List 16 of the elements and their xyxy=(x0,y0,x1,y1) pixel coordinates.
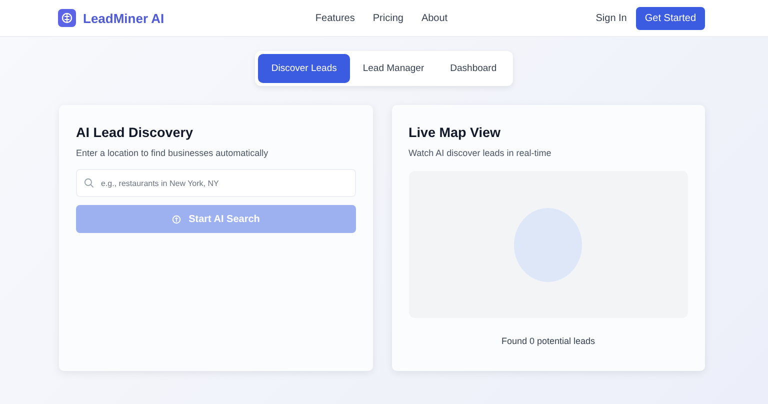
leads-count: Found 0 potential leads xyxy=(500,336,596,346)
brand-name: LeadMiner AI xyxy=(83,10,164,26)
card-subtitle: Enter a location to find businesses automatically xyxy=(76,148,270,158)
card-title: AI Lead Discovery xyxy=(76,125,194,140)
nav-link[interactable]: Features xyxy=(315,12,355,24)
card-title: Live Map View xyxy=(408,125,502,140)
tab[interactable]: Dashboard xyxy=(437,54,510,83)
search-field[interactable]: e.g., restaurants in New York, NY xyxy=(76,169,356,197)
search-icon xyxy=(84,178,94,188)
card-subtitle: Watch AI discover leads in real-time xyxy=(408,148,552,158)
sign-in-link[interactable]: Sign In xyxy=(596,12,627,24)
nav-link[interactable]: About xyxy=(421,12,448,24)
nav-link[interactable]: Pricing xyxy=(372,12,404,24)
get-started-button[interactable]: Get Started xyxy=(636,6,706,30)
tab[interactable]: Lead Manager xyxy=(350,54,438,83)
tab[interactable]: Discover Leads xyxy=(258,54,350,83)
